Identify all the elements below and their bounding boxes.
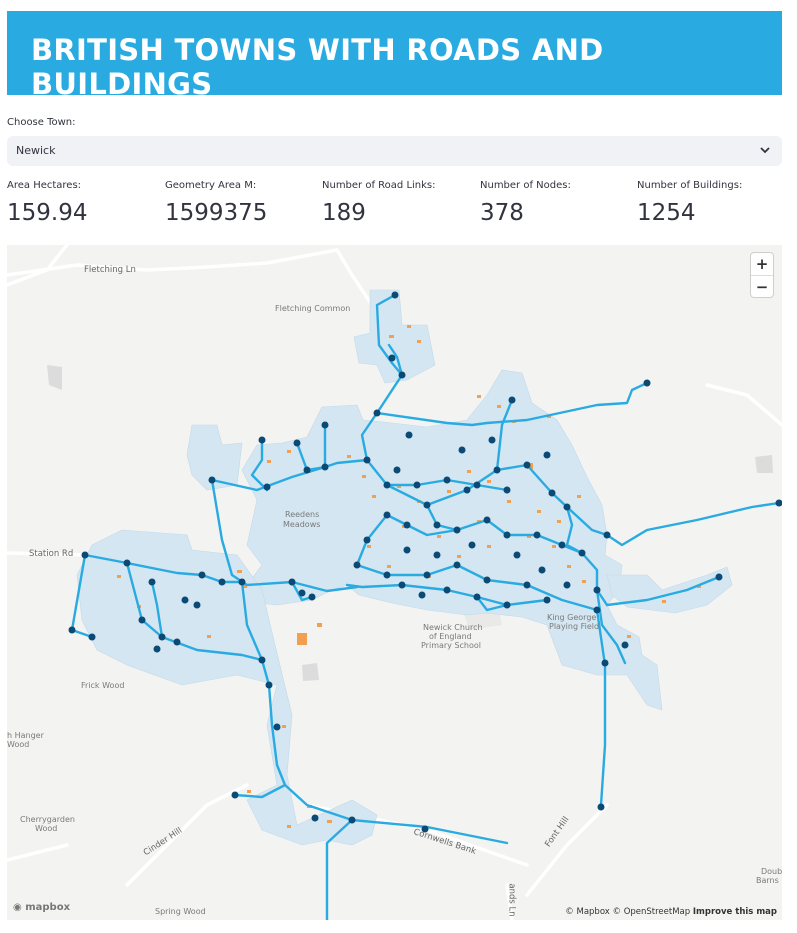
place-label: h Hanger xyxy=(7,731,44,740)
town-select-value: Newick xyxy=(16,144,56,157)
metric-road-links: Number of Road Links: 189 xyxy=(322,180,472,226)
metric-value: 1599375 xyxy=(165,200,268,226)
metric-label: Geometry Area M: xyxy=(165,180,257,191)
metric-label: Number of Road Links: xyxy=(322,180,436,191)
mapbox-logo[interactable]: ◉ mapbox xyxy=(13,902,70,913)
metric-nodes: Number of Nodes: 378 xyxy=(480,180,630,226)
town-select-label: Choose Town: xyxy=(7,117,76,128)
place-label: of England xyxy=(429,632,472,641)
attribution-text[interactable]: © Mapbox © OpenStreetMap xyxy=(565,907,690,917)
map-svg xyxy=(7,245,782,920)
metric-value: 189 xyxy=(322,200,366,226)
metric-label: Number of Buildings: xyxy=(637,180,743,191)
road-label: Station Rd xyxy=(29,549,74,559)
place-label: Newick Church xyxy=(423,623,483,632)
road-label: Fletching Ln xyxy=(84,265,136,275)
map-canvas[interactable]: Fletching Ln Fletching Common Reedens Me… xyxy=(7,245,782,920)
place-label: Fletching Common xyxy=(275,304,351,313)
metric-value: 159.94 xyxy=(7,200,88,226)
place-label: King George xyxy=(547,613,597,622)
zoom-in-button[interactable]: + xyxy=(751,253,773,275)
place-label: Meadows xyxy=(283,520,321,529)
place-label: Wood xyxy=(35,824,58,833)
metric-geometry-area: Geometry Area M: 1599375 xyxy=(165,180,315,226)
improve-map-link[interactable]: Improve this map xyxy=(693,907,777,917)
zoom-out-button[interactable]: − xyxy=(751,276,773,298)
town-select[interactable]: Newick xyxy=(7,136,782,166)
title-banner: BRITISH TOWNS WITH ROADS AND BUILDINGS xyxy=(7,11,782,101)
metric-label: Number of Nodes: xyxy=(480,180,571,191)
metric-area-hectares: Area Hectares: 159.94 xyxy=(7,180,157,226)
place-label: Cherrygarden xyxy=(20,815,75,824)
metric-value: 378 xyxy=(480,200,524,226)
place-label: Primary School xyxy=(421,641,482,650)
place-label: Frick Wood xyxy=(81,681,125,690)
map-attribution: © Mapbox © OpenStreetMap Improve this ma… xyxy=(565,907,777,917)
place-label: Spring Wood xyxy=(155,907,206,916)
place-label: Barns F xyxy=(756,876,782,885)
place-label: Wood xyxy=(7,740,30,749)
metric-label: Area Hectares: xyxy=(7,180,82,191)
place-label: Reedens xyxy=(285,510,320,519)
zoom-control: + − xyxy=(751,253,773,297)
mapbox-logo-text: mapbox xyxy=(25,902,71,913)
page-title: BRITISH TOWNS WITH ROADS AND BUILDINGS xyxy=(31,33,604,101)
place-label: Doub xyxy=(761,867,782,876)
place-label: Playing Field xyxy=(549,622,600,631)
road-label: ands Ln xyxy=(506,883,517,917)
metric-value: 1254 xyxy=(637,200,696,226)
mapbox-icon: ◉ xyxy=(13,902,22,913)
chevron-down-icon xyxy=(760,147,770,154)
metric-buildings: Number of Buildings: 1254 xyxy=(637,180,787,226)
